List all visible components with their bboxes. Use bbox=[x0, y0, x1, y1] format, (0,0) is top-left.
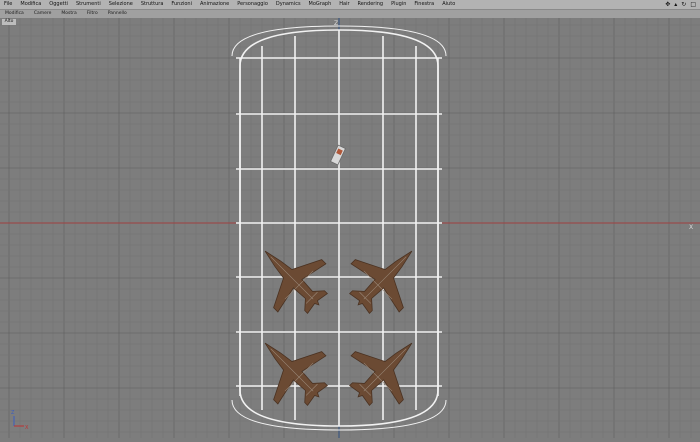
view-menu-camere[interactable]: Camere bbox=[29, 10, 57, 18]
view-menu-pannello[interactable]: Pannello bbox=[103, 10, 132, 18]
view-menu-mostra[interactable]: Mostra bbox=[56, 10, 81, 18]
move-view-icon[interactable]: ✥ bbox=[665, 0, 670, 9]
menu-animazione[interactable]: Animazione bbox=[196, 0, 233, 9]
menu-file[interactable]: File bbox=[0, 0, 16, 9]
menu-finestra[interactable]: Finestra bbox=[410, 0, 438, 9]
menu-funzioni[interactable]: Funzioni bbox=[167, 0, 196, 9]
viewport-label: Alto bbox=[2, 19, 16, 25]
right-axis-label: X bbox=[689, 224, 693, 231]
top-axis-label: Z bbox=[334, 20, 338, 27]
menu-strumenti[interactable]: Strumenti bbox=[72, 0, 105, 9]
rotate-view-icon[interactable]: ↻ bbox=[681, 0, 686, 9]
viewport-nav-icons: ✥ ▴ ↻ □ bbox=[665, 0, 696, 9]
menu-rendering[interactable]: Rendering bbox=[354, 0, 388, 9]
gizmo-z-label: Z bbox=[11, 410, 15, 416]
gizmo-x-label: X bbox=[25, 425, 29, 431]
menu-hair[interactable]: Hair bbox=[335, 0, 353, 9]
viewport-menubar: Modifica Camere Mostra Filtro Pannello bbox=[0, 10, 700, 18]
view-menu-modifica[interactable]: Modifica bbox=[0, 10, 29, 18]
menu-dynamics[interactable]: Dynamics bbox=[272, 0, 305, 9]
menu-modifica[interactable]: Modifica bbox=[16, 0, 45, 9]
viewport-canvas[interactable]: Z X Z X bbox=[0, 18, 700, 438]
view-menu-filtro[interactable]: Filtro bbox=[82, 10, 103, 18]
maximize-view-icon[interactable]: □ bbox=[690, 0, 696, 9]
menu-oggetti[interactable]: Oggetti bbox=[45, 0, 72, 9]
menu-aiuto[interactable]: Aiuto bbox=[438, 0, 459, 9]
menu-struttura[interactable]: Struttura bbox=[137, 0, 168, 9]
menu-mograph[interactable]: MoGraph bbox=[305, 0, 336, 9]
main-menubar: File Modifica Oggetti Strumenti Selezione Str… bbox=[0, 0, 700, 10]
zoom-view-icon[interactable]: ▴ bbox=[674, 0, 677, 9]
top-viewport[interactable]: Z X Z X bbox=[0, 18, 700, 438]
menu-plugin[interactable]: Plugin bbox=[387, 0, 410, 9]
menu-personaggio[interactable]: Personaggio bbox=[233, 0, 272, 9]
menu-selezione[interactable]: Selezione bbox=[105, 0, 137, 9]
